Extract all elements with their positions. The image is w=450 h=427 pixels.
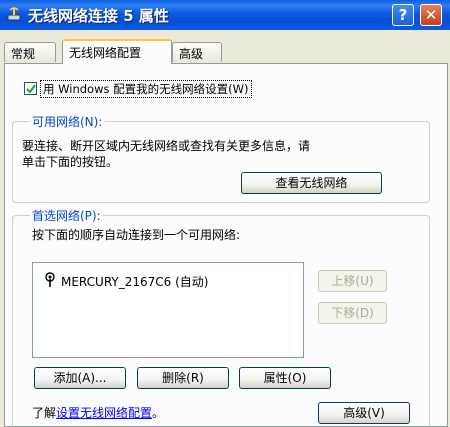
remove-button[interactable]: 删除(R) (137, 367, 229, 389)
add-button[interactable]: 添加(A)... (34, 367, 126, 389)
window-title: 无线网络连接 5 属性 (28, 7, 169, 25)
tab-advanced[interactable]: 高级 (172, 42, 222, 62)
preferred-description: 按下面的顺序自动连接到一个可用网络: (32, 228, 241, 242)
advanced-button[interactable]: 高级(V) (318, 402, 410, 424)
wireless-config-link[interactable]: 设置无线网络配置 (56, 406, 152, 420)
learn-more-text: 了解设置无线网络配置。 (32, 404, 164, 421)
network-name: MERCURY_2167C6 (自动) (61, 273, 209, 290)
properties-button[interactable]: 属性(O) (239, 367, 331, 389)
help-button[interactable]: ? (392, 4, 414, 26)
learn-prefix: 了解 (32, 406, 57, 420)
tab-general[interactable]: 常规 (4, 42, 56, 62)
checkmark-icon (26, 84, 36, 94)
move-up-button[interactable]: 上移(U) (318, 270, 387, 292)
available-description-line2: 单击下面的按钮。 (22, 155, 119, 169)
properties-window: 无线网络连接 5 属性 ? ✕ 常规 无线网络配置 高级 用 Windows 配… (0, 0, 450, 427)
wireless-antenna-icon (45, 272, 55, 287)
tab-wireless-networks[interactable]: 无线网络配置 (62, 39, 172, 64)
available-description-line1: 要连接、断开区域内无线网络或查找有关更多信息，请 (22, 139, 311, 153)
move-down-button[interactable]: 下移(D) (318, 302, 387, 324)
network-connection-icon (7, 7, 21, 21)
title-bar[interactable]: 无线网络连接 5 属性 ? ✕ (0, 0, 450, 30)
close-button[interactable]: ✕ (420, 4, 442, 26)
use-windows-checkbox[interactable] (24, 82, 37, 95)
view-wireless-networks-button[interactable]: 查看无线网络 (241, 172, 382, 194)
use-windows-checkbox-label[interactable]: 用 Windows 配置我的无线网络设置(W) (40, 80, 252, 98)
preferred-networks-list[interactable]: MERCURY_2167C6 (自动) (32, 262, 304, 358)
learn-suffix: 。 (152, 406, 165, 420)
available-networks-legend: 可用网络(N): (30, 113, 105, 130)
preferred-networks-legend: 首选网络(P): (30, 207, 103, 224)
